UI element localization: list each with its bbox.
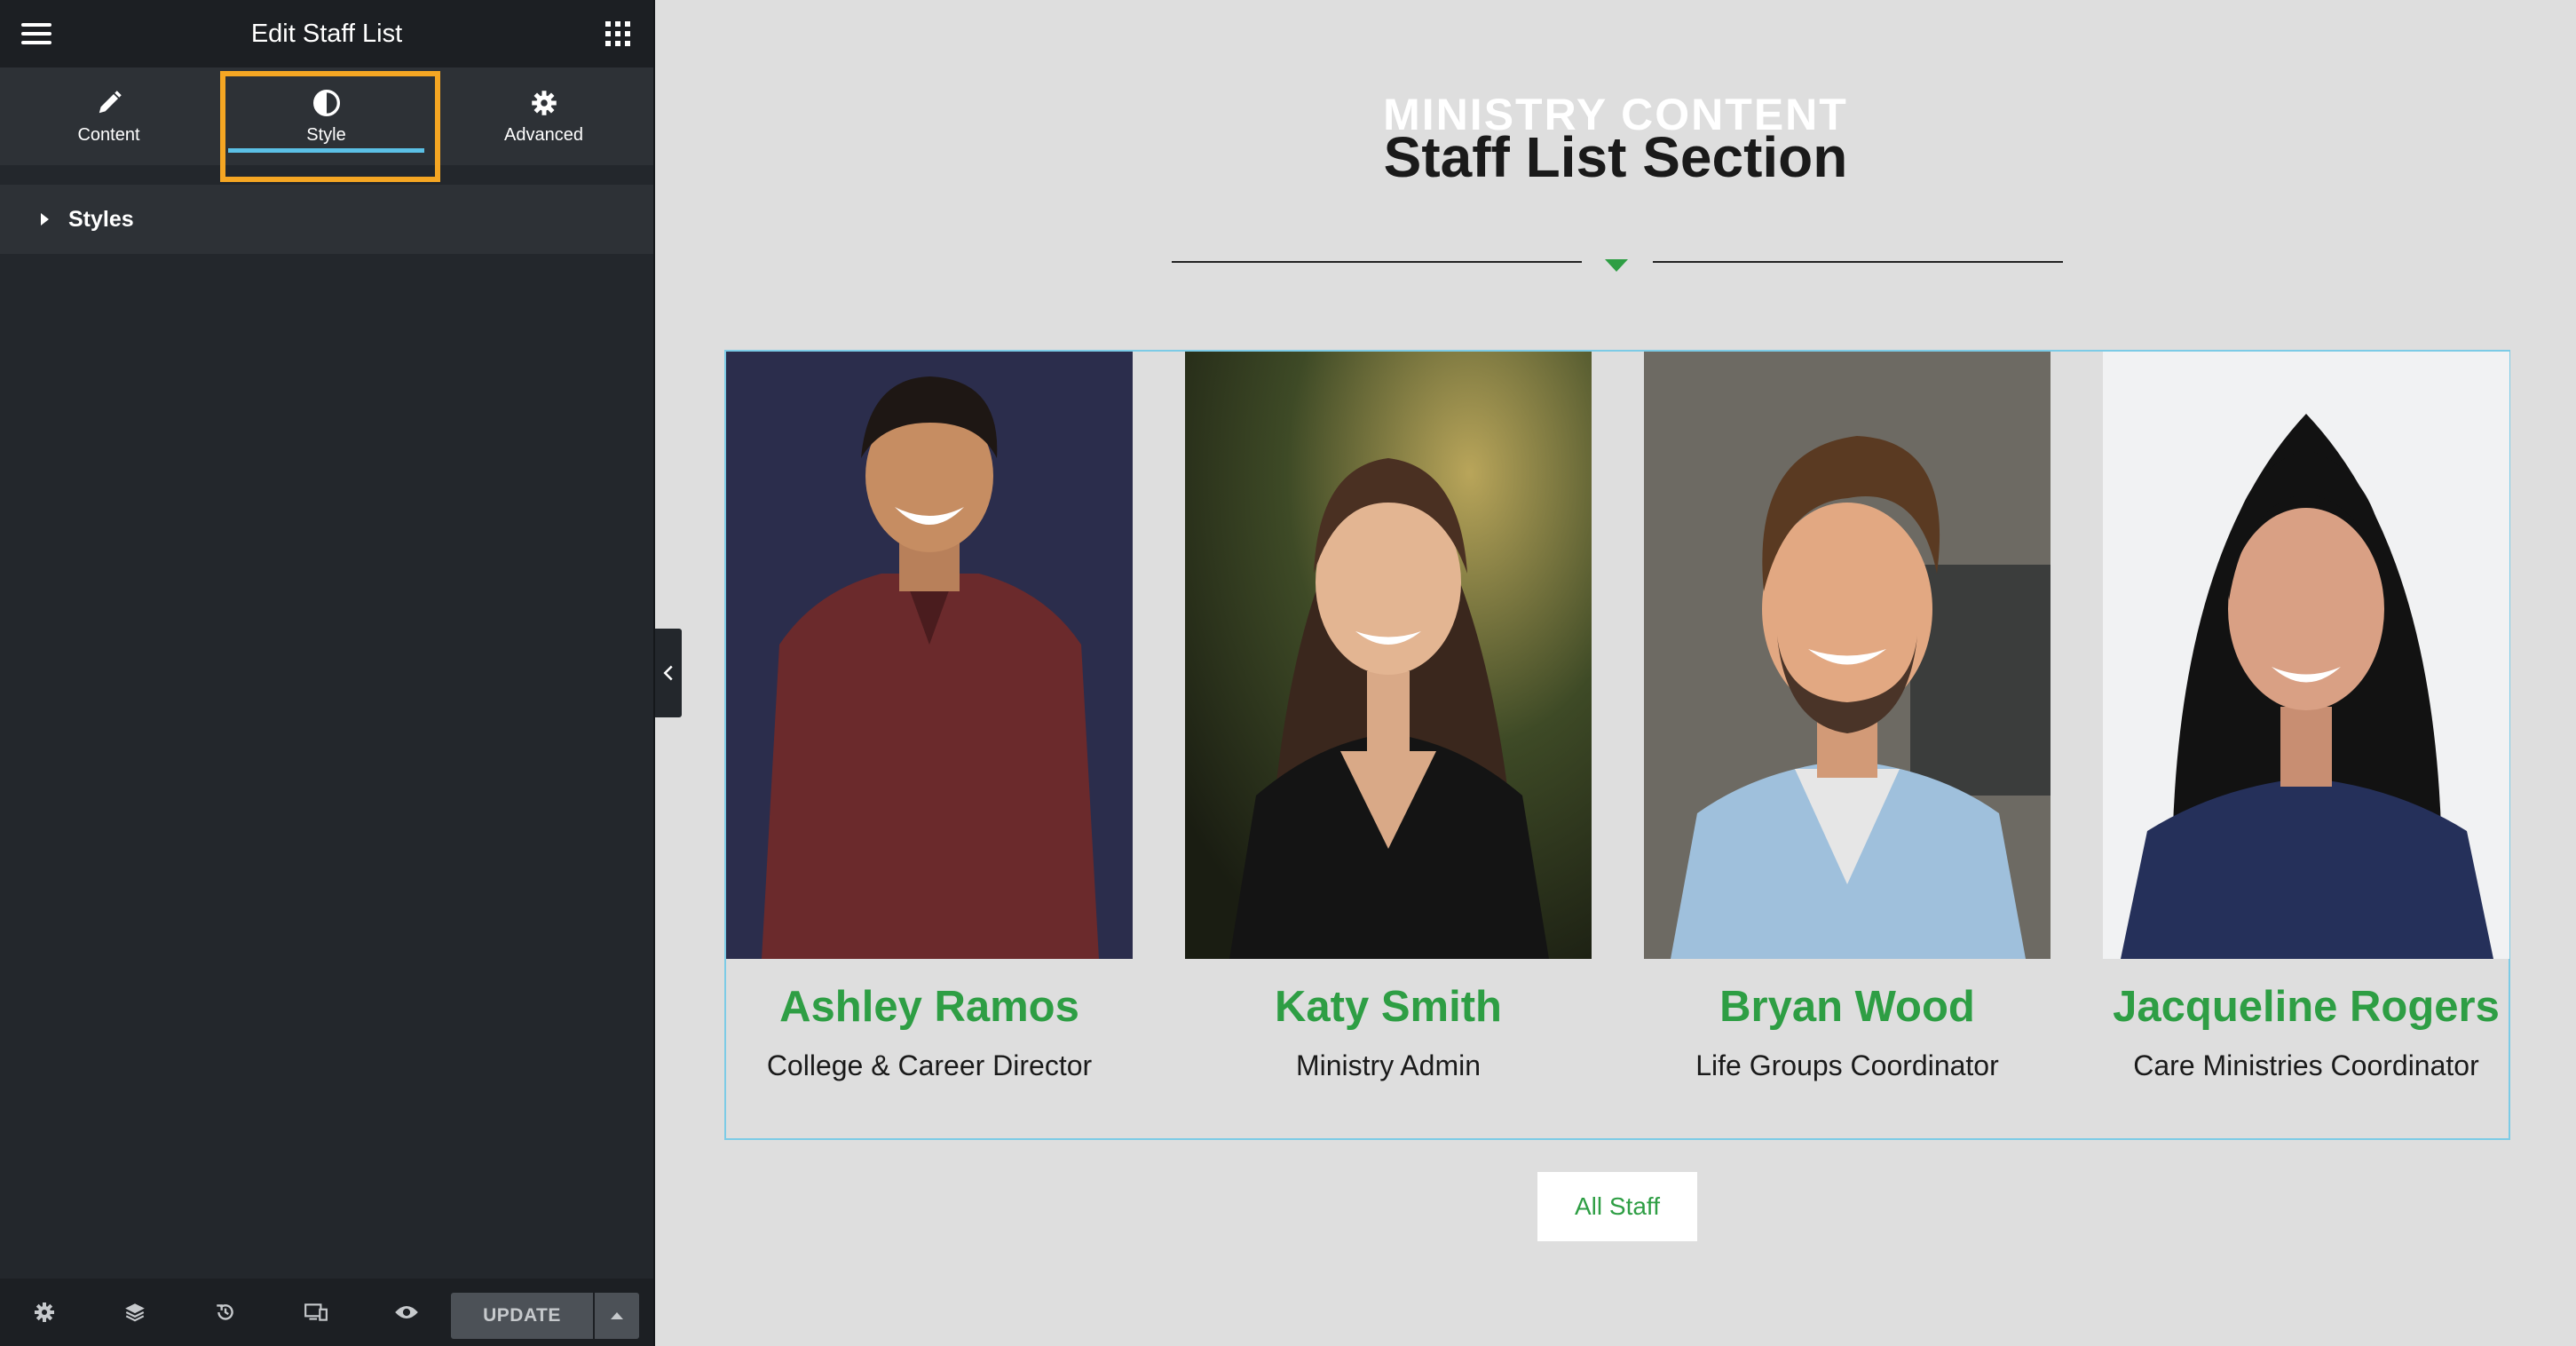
caret-up-icon xyxy=(611,1312,623,1319)
divider-line-left xyxy=(1172,261,1582,263)
staff-photo xyxy=(1644,352,2051,959)
all-staff-button[interactable]: All Staff xyxy=(1537,1172,1697,1241)
pencil-icon xyxy=(96,88,122,118)
staff-name: Katy Smith xyxy=(1275,983,1502,1031)
collapse-panel-button[interactable] xyxy=(655,629,682,717)
staff-photo xyxy=(2103,352,2509,959)
gear-icon[interactable] xyxy=(32,1300,57,1325)
panel-tabs: Content Style Advanced xyxy=(0,67,653,165)
divider-line-right xyxy=(1653,261,2063,263)
staff-card[interactable]: Katy Smith Ministry Admin xyxy=(1185,352,1592,1082)
styles-section-toggle[interactable]: Styles xyxy=(0,185,653,254)
update-button[interactable]: UPDATE xyxy=(451,1293,593,1339)
staff-name: Bryan Wood xyxy=(1719,983,1975,1031)
responsive-icon[interactable] xyxy=(304,1300,328,1325)
staff-photo xyxy=(1185,352,1592,959)
layers-icon[interactable] xyxy=(122,1300,147,1325)
tab-advanced[interactable]: Advanced xyxy=(435,67,652,165)
caret-right-icon xyxy=(41,213,49,226)
chevron-left-icon xyxy=(663,665,673,681)
staff-name: Jacqueline Rogers xyxy=(2113,983,2500,1031)
staff-role: Care Ministries Coordinator xyxy=(2133,1049,2479,1081)
apps-grid-icon[interactable] xyxy=(605,21,630,46)
staff-role: Ministry Admin xyxy=(1295,1049,1482,1081)
divider-arrow-icon xyxy=(1605,259,1628,272)
panel-title: Edit Staff List xyxy=(250,19,403,48)
editor-panel: Edit Staff List Content Style Advanced S xyxy=(0,0,655,1346)
staff-card[interactable]: Jacqueline Rogers Care Ministries Coordi… xyxy=(2103,352,2509,1082)
tab-style[interactable]: Style xyxy=(217,67,435,165)
tab-content-label: Content xyxy=(77,124,140,145)
update-options-button[interactable] xyxy=(595,1293,639,1339)
staff-card[interactable]: Ashley Ramos College & Career Director xyxy=(726,352,1133,1082)
tab-advanced-label: Advanced xyxy=(504,124,583,145)
panel-header: Edit Staff List xyxy=(0,0,653,67)
tab-style-label: Style xyxy=(306,124,346,145)
history-icon[interactable] xyxy=(213,1300,238,1325)
staff-card[interactable]: Bryan Wood Life Groups Coordinator xyxy=(1644,352,2051,1082)
staff-role: College & Career Director xyxy=(766,1049,1093,1081)
gear-icon xyxy=(531,88,557,118)
staff-photo xyxy=(726,352,1133,959)
section-heading: Staff List Section xyxy=(1383,125,1848,189)
staff-name: Ashley Ramos xyxy=(779,983,1079,1031)
hamburger-menu-icon[interactable] xyxy=(21,23,51,44)
tab-content[interactable]: Content xyxy=(0,67,217,165)
styles-section-label: Styles xyxy=(68,206,134,232)
half-circle-icon xyxy=(312,88,341,118)
panel-footer: UPDATE xyxy=(0,1279,653,1346)
eye-icon[interactable] xyxy=(394,1300,419,1325)
staff-role: Life Groups Coordinator xyxy=(1695,1049,1999,1081)
